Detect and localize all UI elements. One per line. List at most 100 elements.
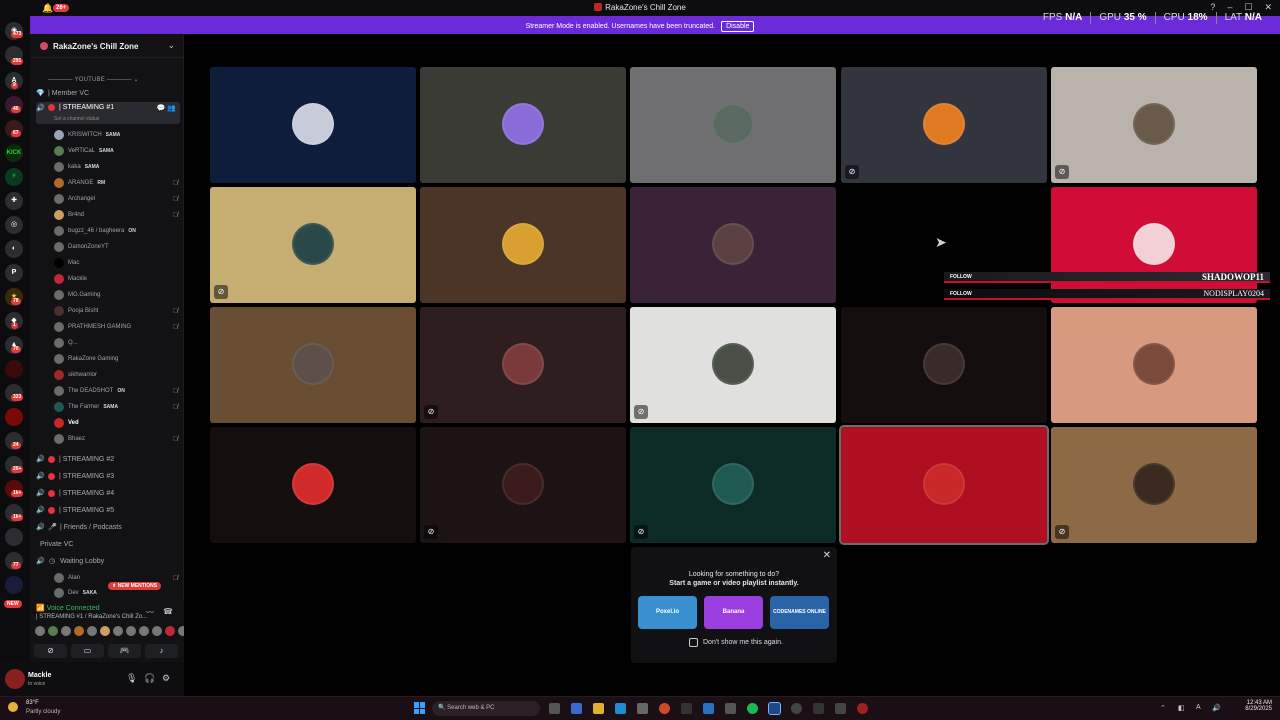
- microphone-icon[interactable]: 🎙: [126, 673, 137, 684]
- video-tile[interactable]: [420, 67, 626, 183]
- follow-overlay[interactable]: FOLLOW NODISPLAY0204: [944, 289, 1270, 300]
- category-private-vc[interactable]: Private VC: [36, 537, 180, 551]
- voice-status[interactable]: 📶 Voice Connected: [36, 604, 100, 612]
- server-icon[interactable]: [5, 408, 23, 426]
- video-tile[interactable]: ⊘: [841, 67, 1047, 183]
- voice-user[interactable]: The DEADSHOT ON 🎙̸: [54, 384, 178, 398]
- voice-user[interactable]: DamonZoneYT: [54, 240, 178, 254]
- task-view-icon[interactable]: [549, 703, 560, 714]
- voice-user[interactable]: PRATHMESH GAMING 🎙̸: [54, 320, 178, 334]
- voice-user[interactable]: kaka SAMA: [54, 160, 178, 174]
- video-tile[interactable]: [839, 425, 1049, 545]
- follow-overlay[interactable]: FOLLOW SHADOWOP11: [944, 272, 1270, 283]
- video-tile[interactable]: [1051, 307, 1257, 423]
- voice-user[interactable]: bugzz_46 / bagheera ON: [54, 224, 178, 238]
- server-icon[interactable]: [5, 528, 23, 546]
- close-icon[interactable]: ✕: [823, 550, 831, 561]
- activities-button[interactable]: 🎮: [108, 644, 141, 658]
- server-icon[interactable]: P: [5, 264, 23, 282]
- video-tile[interactable]: ⊘: [630, 427, 836, 543]
- video-tile[interactable]: ⊘: [1051, 427, 1257, 543]
- server-icon[interactable]: ◐: [5, 240, 23, 258]
- voice-user[interactable]: MG.Gaming: [54, 288, 178, 302]
- taskbar-app-icon[interactable]: [725, 703, 736, 714]
- chevron-up-icon[interactable]: ⌃: [1160, 704, 1166, 712]
- taskbar-app-icon[interactable]: [703, 703, 714, 714]
- taskbar-app-icon[interactable]: [637, 703, 648, 714]
- server-header[interactable]: RakaZone's Chill Zone ⌄: [30, 34, 184, 58]
- disable-streamer-mode-button[interactable]: Disable: [721, 21, 755, 32]
- voice-user[interactable]: Mac: [54, 256, 178, 270]
- windows-start-icon[interactable]: [414, 702, 426, 714]
- gear-icon[interactable]: ⚙: [162, 673, 170, 684]
- voice-user[interactable]: Ved: [54, 416, 178, 430]
- voice-user[interactable]: Q...: [54, 336, 178, 350]
- taskbar-search[interactable]: 🔍 Search web & PC: [432, 701, 540, 716]
- voice-user[interactable]: sikhwarrior: [54, 368, 178, 382]
- weather-icon[interactable]: [8, 702, 18, 712]
- language-icon[interactable]: A: [1196, 704, 1201, 711]
- file-explorer-icon[interactable]: [593, 703, 604, 714]
- noise-suppression-icon[interactable]: 〰: [146, 607, 154, 618]
- voice-user[interactable]: VeRTiCaL SAMA: [54, 144, 178, 158]
- voice-user[interactable]: Archangel 🎙̸: [54, 192, 178, 206]
- server-icon[interactable]: ◎: [5, 216, 23, 234]
- channel-member-vc[interactable]: 💎 | Member VC: [36, 86, 180, 100]
- taskbar-app-icon[interactable]: [813, 703, 824, 714]
- avatar[interactable]: [5, 669, 25, 689]
- chevron-down-icon[interactable]: ⌄: [167, 40, 175, 51]
- game-tile-poxel[interactable]: Poxel.io: [638, 596, 697, 629]
- video-tile[interactable]: [210, 307, 416, 423]
- taskbar-app-icon[interactable]: [681, 703, 692, 714]
- video-tile[interactable]: ⊘: [420, 307, 626, 423]
- video-tile[interactable]: [210, 67, 416, 183]
- server-icon[interactable]: ⚡: [5, 168, 23, 186]
- voice-channel-name[interactable]: | STREAMING #1 / RakaZone's Chill Zo...: [36, 614, 147, 620]
- category-youtube[interactable]: ———— YOUTUBE ———— ⌄: [48, 76, 139, 83]
- voice-user[interactable]: The Farmer SAMA 🎙̸: [54, 400, 178, 414]
- taskbar-app-icon[interactable]: [571, 703, 582, 714]
- close-button[interactable]: ✕: [1264, 2, 1272, 13]
- channel-streaming-5[interactable]: 🔊 | STREAMING #5: [36, 503, 180, 517]
- clock[interactable]: 12:43 AM 8/29/2025: [1245, 700, 1272, 712]
- voice-user[interactable]: Pooja Bisht 🎙̸: [54, 304, 178, 318]
- server-icon[interactable]: [5, 576, 23, 594]
- voice-user[interactable]: Bhaez 🎙̸: [54, 432, 178, 446]
- video-tile[interactable]: [420, 187, 626, 303]
- tray-app-icon[interactable]: ◧: [1178, 704, 1185, 712]
- voice-user[interactable]: ARANGE RM 🎙̸: [54, 176, 178, 190]
- dont-show-again-checkbox[interactable]: Don't show me this again.: [689, 638, 783, 647]
- soundboard-button[interactable]: ♪: [145, 644, 178, 658]
- camera-off-button[interactable]: ⊘: [34, 644, 67, 658]
- video-tile[interactable]: ⊘: [210, 187, 416, 303]
- user-name[interactable]: Mackle: [28, 672, 51, 679]
- video-tile[interactable]: ⊘: [420, 427, 626, 543]
- video-tile[interactable]: [1051, 187, 1257, 303]
- spotify-icon[interactable]: [747, 703, 758, 714]
- taskbar-app-icon[interactable]: [791, 703, 802, 714]
- checkbox-box[interactable]: [689, 638, 698, 647]
- server-icon[interactable]: ✚: [5, 192, 23, 210]
- voice-user[interactable]: Br4nd 🎙̸: [54, 208, 178, 222]
- game-tile-banana[interactable]: Banana: [704, 596, 763, 629]
- video-tile[interactable]: ⊘: [630, 307, 836, 423]
- video-tile[interactable]: [210, 427, 416, 543]
- screen-share-button[interactable]: ▭: [71, 644, 104, 658]
- disconnect-icon[interactable]: ☎: [163, 607, 173, 616]
- headphones-icon[interactable]: 🎧: [144, 673, 155, 684]
- volume-icon[interactable]: 🔊: [1212, 704, 1221, 712]
- kick-server-icon[interactable]: KICK: [5, 144, 23, 162]
- channel-waiting-lobby[interactable]: 🔊 ◷ Waiting Lobby: [36, 554, 180, 568]
- taskbar-app-icon[interactable]: [835, 703, 846, 714]
- channel-friends-podcasts[interactable]: 🔊 🎤 | Friends / Podcasts: [36, 520, 180, 534]
- video-tile[interactable]: [630, 187, 836, 303]
- voice-user[interactable]: RakaZone Gaming: [54, 352, 178, 366]
- voice-user[interactable]: Mackle: [54, 272, 178, 286]
- video-tile[interactable]: [841, 307, 1047, 423]
- channel-streaming-4[interactable]: 🔊 | STREAMING #4: [36, 486, 180, 500]
- channel-status-prompt[interactable]: Set a channel status: [54, 116, 99, 122]
- video-tile[interactable]: ⊘: [1051, 67, 1257, 183]
- channel-streaming-2[interactable]: 🔊 | STREAMING #2: [36, 452, 180, 466]
- new-mentions-badge[interactable]: ⬆ NEW MENTIONS: [108, 582, 162, 590]
- taskbar-app-icon[interactable]: [857, 703, 868, 714]
